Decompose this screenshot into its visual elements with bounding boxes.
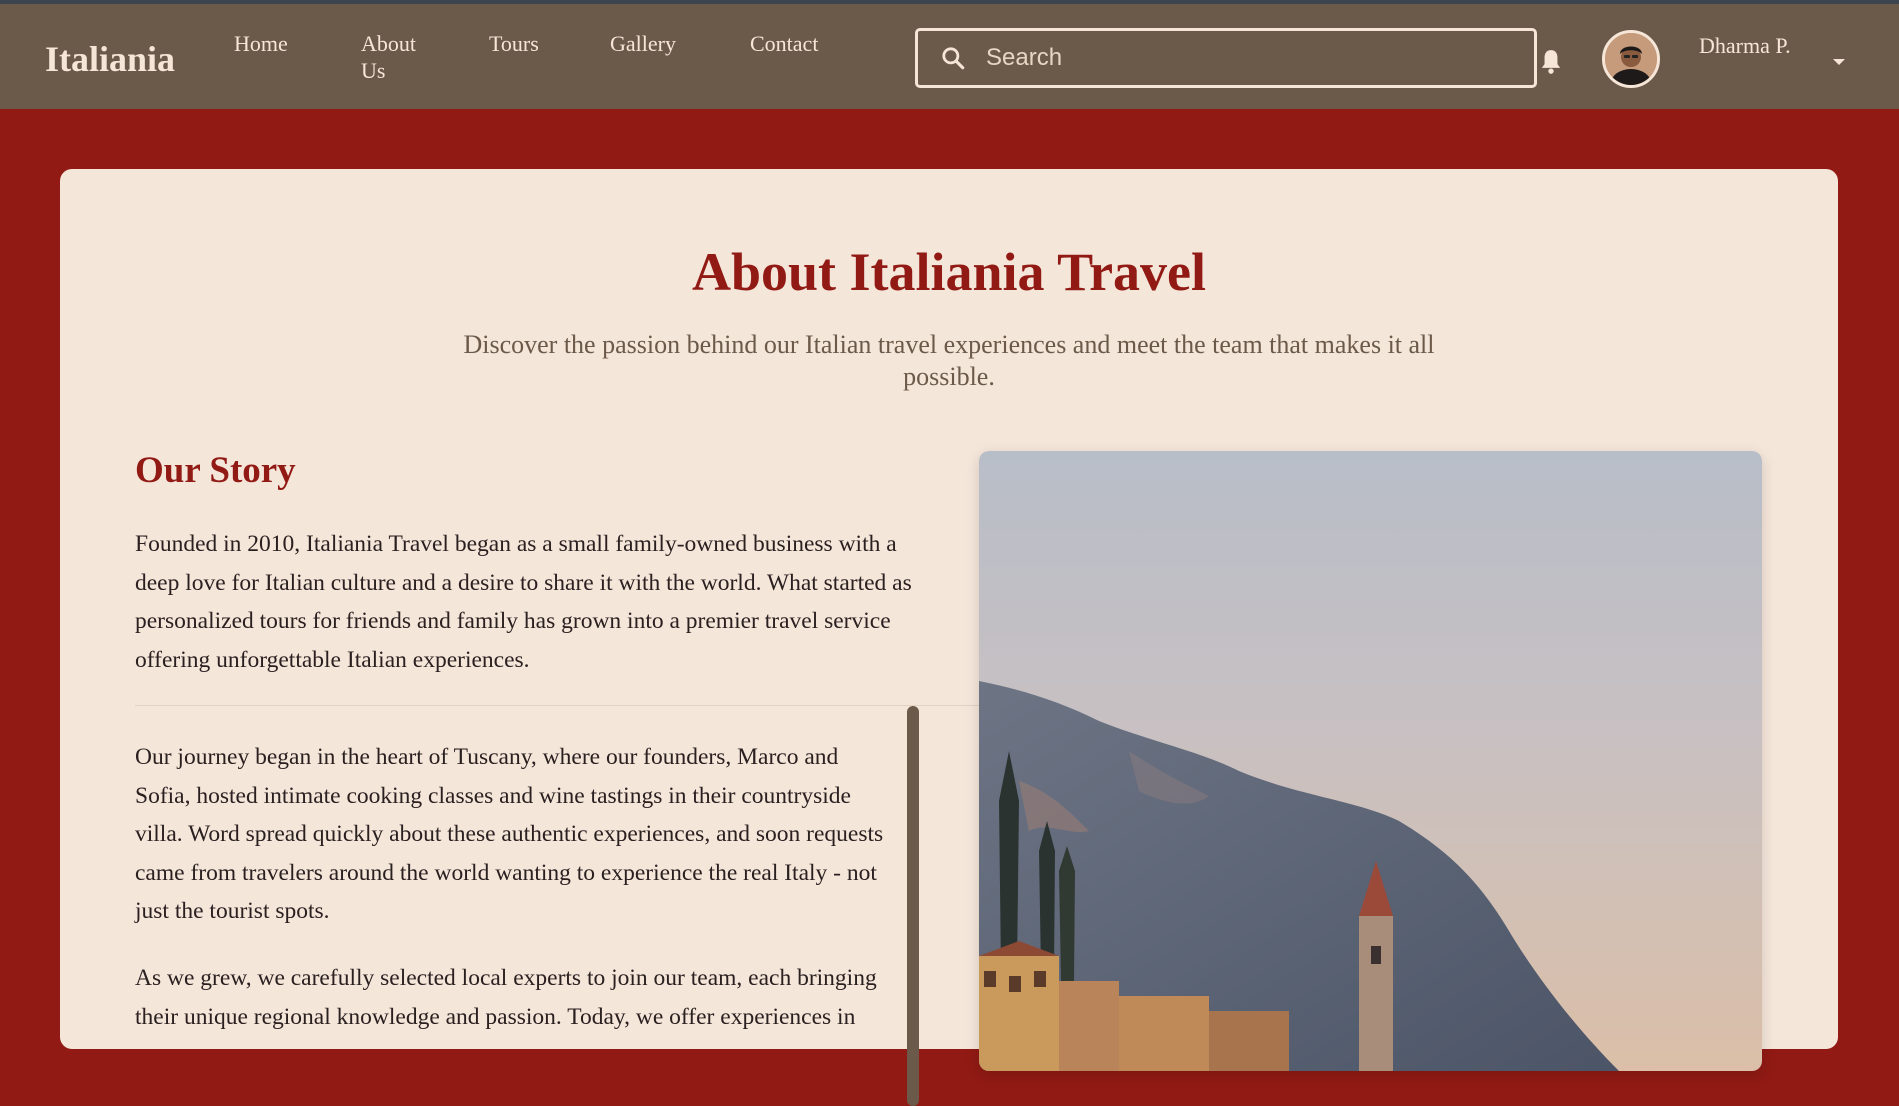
search-box[interactable] bbox=[915, 28, 1537, 88]
caret-down-icon[interactable] bbox=[1832, 54, 1846, 65]
page-subtitle: Discover the passion behind our Italian … bbox=[463, 330, 1435, 391]
nav-about-us[interactable]: About Us bbox=[361, 30, 431, 84]
page-title: About Italiania Travel bbox=[691, 242, 1207, 302]
nav-contact[interactable]: Contact bbox=[750, 30, 818, 57]
search-input[interactable] bbox=[984, 43, 1508, 73]
divider bbox=[135, 705, 980, 706]
story-image bbox=[979, 451, 1762, 1071]
top-navbar: Italiania Home About Us Tours Gallery Co… bbox=[0, 0, 1899, 109]
nav-tours[interactable]: Tours bbox=[489, 30, 539, 57]
story-paragraph: Our journey began in the heart of Tuscan… bbox=[135, 744, 884, 924]
story-paragraph: Founded in 2010, Italiania Travel began … bbox=[135, 531, 912, 673]
story-heading: Our Story bbox=[135, 450, 296, 491]
bell-icon[interactable] bbox=[1538, 48, 1564, 76]
about-card: About Italiania Travel Discover the pass… bbox=[60, 169, 1838, 1106]
nav-home[interactable]: Home bbox=[234, 30, 288, 57]
story-paragraph: As we grew, we carefully selected local … bbox=[135, 965, 877, 1030]
brand-logo[interactable]: Italiania bbox=[45, 38, 175, 80]
scrollbar[interactable] bbox=[907, 706, 919, 1106]
user-name[interactable]: Dharma P. bbox=[1699, 32, 1799, 59]
nav-gallery[interactable]: Gallery bbox=[610, 30, 676, 57]
search-icon bbox=[940, 45, 966, 71]
avatar[interactable] bbox=[1602, 30, 1660, 88]
